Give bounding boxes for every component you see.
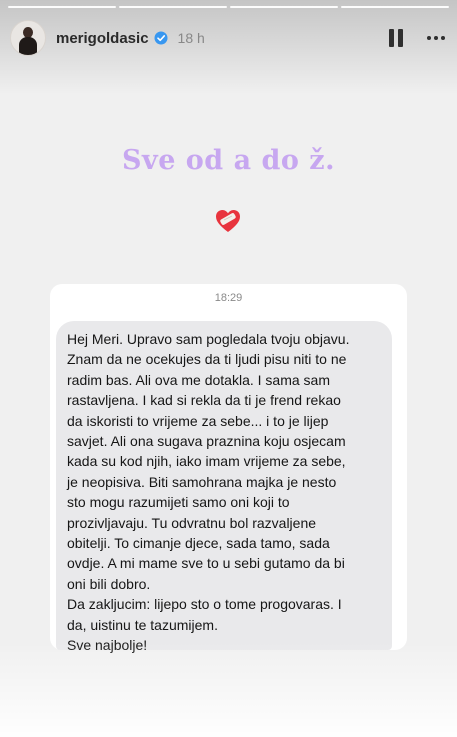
avatar-body	[19, 37, 37, 55]
story-header: merigoldasic 18 h	[10, 20, 445, 56]
message-line: obitelji. To cimanje djece, sada tamo, s…	[67, 535, 330, 552]
message-line: prozivljavaju. Tu odvratnu bol razvaljen…	[67, 514, 317, 531]
progress-segment	[230, 6, 338, 8]
story-viewer: merigoldasic 18 h Sve od a do ž. 18:29 H…	[0, 0, 457, 737]
username[interactable]: merigoldasic	[56, 30, 149, 47]
message-line: oni bili dobro.	[67, 575, 151, 592]
message-line: da iskoristi to vrijeme za sebe... i to …	[67, 412, 329, 429]
message-line: rastavljena. I kad si rekla da ti je fre…	[67, 392, 341, 409]
message-text: Hej Meri. Upravo sam pogledala tvoju obj…	[67, 329, 397, 656]
progress-segment	[8, 6, 116, 8]
story-headline: Sve od a do ž.	[122, 145, 335, 176]
message-line: ovdje. A mi mame sve to u sebi gutamo da…	[67, 555, 345, 572]
avatar[interactable]	[10, 20, 46, 56]
post-time: 18 h	[177, 30, 205, 46]
progress-segment	[119, 6, 227, 8]
story-progress-bar	[8, 6, 449, 8]
message-line: Hej Meri. Upravo sam pogledala tvoju obj…	[67, 331, 350, 347]
message-line: sto mogu razumijeti samo oni koji to	[67, 494, 290, 511]
message-line: Znam da ne ocekujes da ti ljudi pisu nit…	[67, 351, 347, 368]
progress-segment	[341, 6, 449, 8]
mending-heart-icon	[216, 210, 240, 232]
pause-icon[interactable]	[389, 29, 405, 47]
message-timestamp: 18:29	[214, 292, 243, 304]
message-line: kada su kod njih, iako imam vrijeme za s…	[67, 453, 346, 470]
message-line: je neopisiva. Biti samohrana majka je ne…	[67, 473, 337, 490]
more-options-icon[interactable]	[427, 36, 445, 40]
verified-badge-icon	[154, 31, 168, 45]
bottom-gradient	[0, 642, 457, 737]
message-line: da, uistinu te tazumijem.	[67, 616, 218, 633]
message-line: radim bas. Ali ova me dotakla. I sama sa…	[67, 371, 330, 388]
message-line: Da zakljucim: lijepo sto o tome progovar…	[67, 596, 342, 613]
message-line: savjet. Ali ona sugava praznina koju osj…	[67, 433, 346, 450]
